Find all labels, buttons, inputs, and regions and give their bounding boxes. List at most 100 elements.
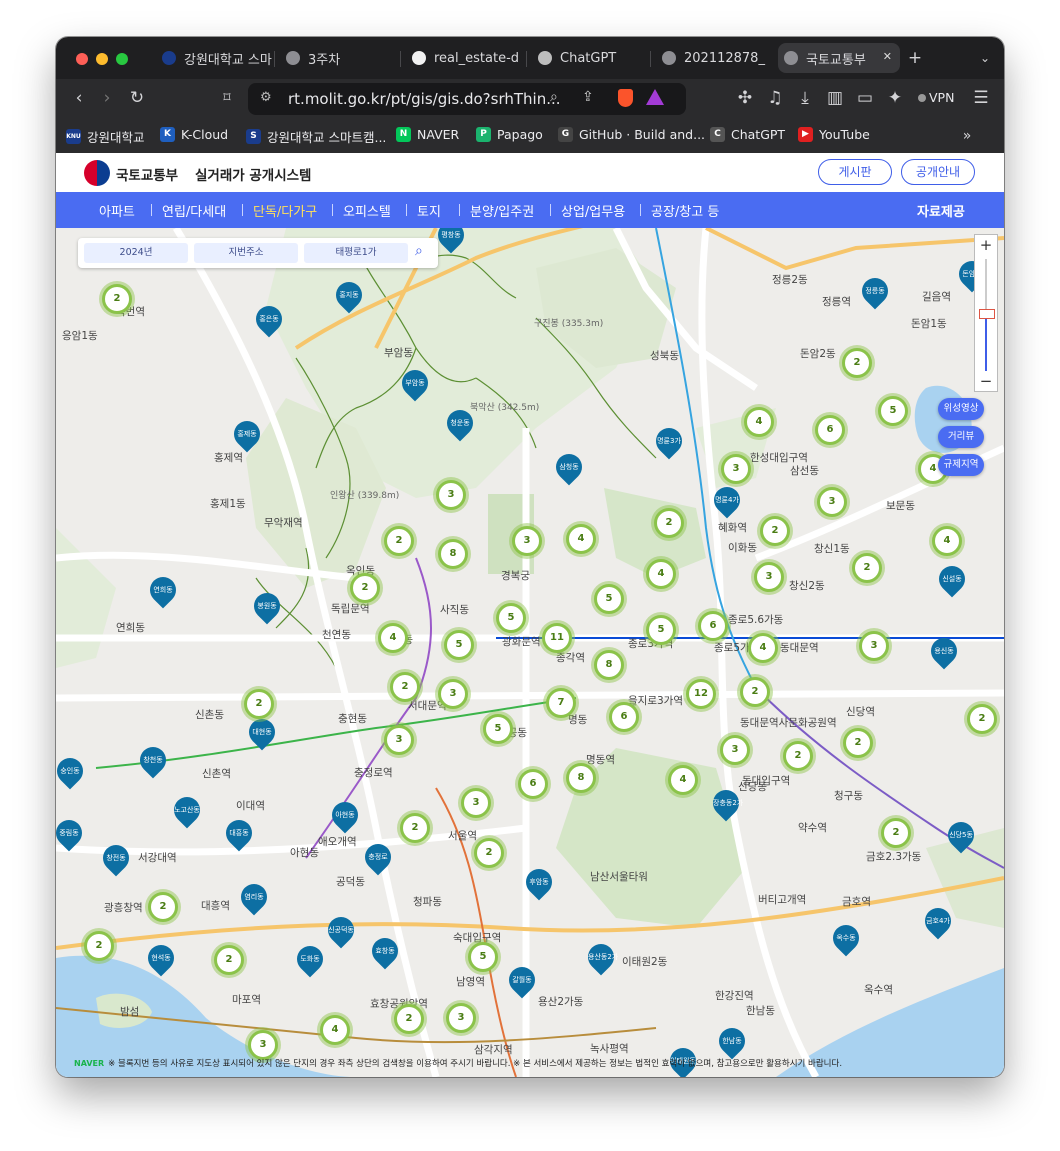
transaction-cluster-marker[interactable]: 5: [646, 615, 676, 645]
site-settings-icon[interactable]: ⚙: [260, 90, 272, 105]
transaction-cluster-marker[interactable]: 4: [320, 1015, 350, 1045]
extensions-icon[interactable]: ✣: [734, 87, 756, 109]
browser-tab[interactable]: real_estate-d: [406, 43, 522, 73]
bookmark-item[interactable]: ▶ YouTube: [798, 127, 870, 142]
dong-marker-pin[interactable]: 창천동: [134, 741, 172, 779]
transaction-cluster-marker[interactable]: 2: [852, 553, 882, 583]
road-select[interactable]: 태평로1가: [304, 243, 408, 263]
dong-marker-pin[interactable]: 홍지동: [330, 276, 368, 314]
data-service-link[interactable]: 자료제공: [917, 201, 965, 220]
close-window-button[interactable]: [76, 53, 88, 65]
transaction-cluster-marker[interactable]: 2: [400, 813, 430, 843]
transaction-cluster-marker[interactable]: 2: [148, 892, 178, 922]
transaction-cluster-marker[interactable]: 3: [436, 480, 466, 510]
transaction-cluster-marker[interactable]: 4: [748, 633, 778, 663]
transaction-cluster-marker[interactable]: 4: [744, 407, 774, 437]
zoom-slider-handle[interactable]: [979, 309, 995, 319]
transaction-cluster-marker[interactable]: 3: [721, 454, 751, 484]
nav-item[interactable]: 오피스텔: [343, 201, 391, 220]
search-icon[interactable]: ⌕: [415, 243, 423, 259]
browser-tab[interactable]: ChatGPT: [532, 43, 648, 73]
dong-marker-pin[interactable]: 정릉동: [856, 272, 894, 310]
transaction-cluster-marker[interactable]: 3: [446, 1003, 476, 1033]
address-bar[interactable]: ⚙ rt.molit.go.kr/pt/gis/gis.do?srhThin..…: [248, 83, 686, 115]
transaction-cluster-marker[interactable]: 12: [686, 679, 716, 709]
dong-marker-pin[interactable]: 갈월동: [503, 961, 541, 999]
transaction-cluster-marker[interactable]: 4: [378, 623, 408, 653]
dong-marker-pin[interactable]: 홍제동: [228, 415, 266, 453]
transaction-cluster-marker[interactable]: 4: [566, 524, 596, 554]
transaction-cluster-marker[interactable]: 6: [518, 769, 548, 799]
bookmark-item[interactable]: G GitHub · Build and...: [558, 127, 705, 142]
close-tab-icon[interactable]: ✕: [883, 50, 892, 63]
transaction-cluster-marker[interactable]: 3: [248, 1030, 278, 1060]
address-type-select[interactable]: 지번주소: [194, 243, 298, 263]
system-name[interactable]: 실거래가 공개시스템: [195, 164, 311, 184]
nav-item[interactable]: 아파트: [99, 201, 135, 220]
new-tab-icon[interactable]: +: [904, 47, 926, 69]
transaction-cluster-marker[interactable]: 2: [390, 672, 420, 702]
dong-marker-pin[interactable]: 신공덕동: [322, 911, 360, 949]
transaction-cluster-marker[interactable]: 3: [461, 788, 491, 818]
dong-marker-pin[interactable]: 용신동: [925, 632, 963, 670]
dong-marker-pin[interactable]: 연희동: [144, 571, 182, 609]
transaction-cluster-marker[interactable]: 2: [244, 689, 274, 719]
street-view-button[interactable]: 거리뷰: [938, 426, 984, 448]
transaction-cluster-marker[interactable]: 3: [384, 725, 414, 755]
dong-marker-pin[interactable]: 도화동: [291, 940, 329, 978]
transaction-cluster-marker[interactable]: 3: [512, 526, 542, 556]
transaction-cluster-marker[interactable]: 5: [878, 396, 908, 426]
satellite-button[interactable]: 위성영상: [938, 398, 984, 420]
dong-marker-pin[interactable]: 명륜4가: [708, 481, 746, 519]
transaction-cluster-marker[interactable]: 6: [815, 415, 845, 445]
dong-marker-pin[interactable]: 현석동: [142, 939, 180, 977]
transaction-cluster-marker[interactable]: 2: [843, 728, 873, 758]
transaction-cluster-marker[interactable]: 2: [842, 348, 872, 378]
dong-marker-pin[interactable]: 대흥동: [220, 814, 258, 852]
more-bookmarks-icon[interactable]: »: [956, 125, 978, 147]
dong-marker-pin[interactable]: 금호4가: [919, 902, 957, 940]
transaction-cluster-marker[interactable]: 3: [438, 679, 468, 709]
transaction-cluster-marker[interactable]: 2: [881, 818, 911, 848]
transaction-cluster-marker[interactable]: 7: [546, 688, 576, 718]
board-button[interactable]: 게시판: [818, 159, 892, 185]
notice-button[interactable]: 공개안내: [901, 159, 975, 185]
transaction-cluster-marker[interactable]: 6: [609, 702, 639, 732]
transaction-cluster-marker[interactable]: 3: [817, 487, 847, 517]
tab-list-chevron-icon[interactable]: ⌄: [974, 47, 996, 69]
nav-item[interactable]: 연립/다세대: [162, 201, 226, 220]
map-view[interactable]: 녹번역 응암1동 구진봉 (335.3m) 정릉2동 정릉역 길음역 돈암1동 부암동 성북동 돈…: [56, 228, 1004, 1077]
dong-marker-pin[interactable]: 창전동: [97, 839, 135, 877]
transaction-cluster-marker[interactable]: 3: [720, 735, 750, 765]
bookmark-item[interactable]: K K-Cloud: [160, 127, 228, 142]
browser-tab[interactable]: 강원대학교 스마: [156, 43, 272, 73]
dong-marker-pin[interactable]: 대현동: [243, 713, 281, 751]
maximize-window-button[interactable]: [116, 53, 128, 65]
transaction-cluster-marker[interactable]: 8: [438, 539, 468, 569]
dong-marker-pin[interactable]: 용산동2가: [582, 938, 620, 976]
zoom-in-button[interactable]: +: [975, 235, 997, 255]
transaction-cluster-marker[interactable]: 2: [783, 741, 813, 771]
minimize-window-button[interactable]: [96, 53, 108, 65]
dong-marker-pin[interactable]: 신당5동: [942, 816, 980, 854]
year-select[interactable]: 2024년: [84, 243, 188, 263]
sidebar-icon[interactable]: ▥: [824, 87, 846, 109]
dong-marker-pin[interactable]: 노고산동: [168, 791, 206, 829]
transaction-cluster-marker[interactable]: 4: [932, 526, 962, 556]
transaction-cluster-marker[interactable]: 11: [542, 623, 572, 653]
transaction-cluster-marker[interactable]: 6: [698, 611, 728, 641]
browser-tab[interactable]: 3주차: [280, 43, 396, 73]
transaction-cluster-marker[interactable]: 2: [384, 526, 414, 556]
transaction-cluster-marker[interactable]: 2: [740, 677, 770, 707]
media-icon[interactable]: ♫: [764, 87, 786, 109]
dong-marker-pin[interactable]: 홍은동: [250, 300, 288, 338]
dong-marker-pin[interactable]: 효창동: [366, 932, 404, 970]
zoom-out-button[interactable]: −: [975, 371, 997, 391]
transaction-cluster-marker[interactable]: 4: [646, 559, 676, 589]
transaction-cluster-marker[interactable]: 5: [468, 942, 498, 972]
menu-icon[interactable]: ☰: [970, 87, 992, 109]
nav-item[interactable]: 상업/업무용: [561, 201, 625, 220]
regulation-area-button[interactable]: 규제지역: [938, 454, 984, 476]
nav-item[interactable]: 공장/창고 등: [651, 201, 719, 220]
brave-shield-icon[interactable]: [618, 89, 633, 107]
